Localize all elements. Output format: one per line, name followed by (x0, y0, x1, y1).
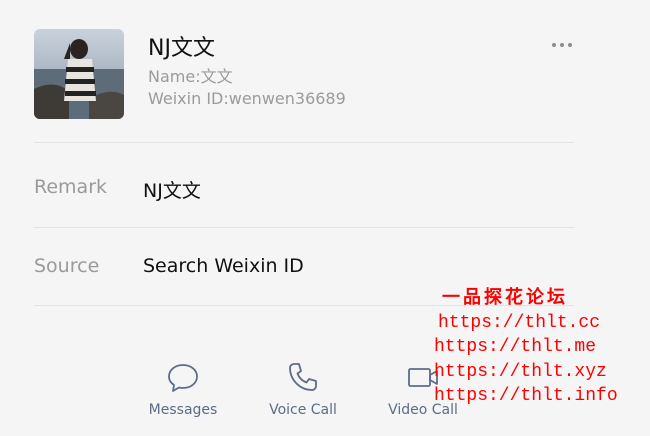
more-dot (560, 43, 564, 47)
contact-weixin-id: Weixin ID:wenwen36689 (148, 89, 346, 108)
watermark-url: https://thlt.cc (438, 312, 601, 333)
source-value: Search Weixin ID (143, 255, 304, 277)
chat-bubble-icon (168, 364, 198, 392)
watermark-title: 一品探花论坛 (442, 287, 568, 308)
watermark: 一品探花论坛 https://thlt.cc https://thlt.me h… (434, 286, 618, 409)
messages-label: Messages (148, 402, 218, 418)
messages-button[interactable]: Messages (133, 360, 233, 418)
contact-name-line: Name:文文 (148, 67, 233, 86)
phone-icon (289, 363, 317, 391)
more-dots-icon[interactable] (549, 36, 575, 52)
divider (34, 142, 574, 143)
watermark-url: https://thlt.info (434, 386, 618, 406)
watermark-url: https://thlt.xyz (434, 361, 607, 382)
divider (34, 227, 574, 228)
voice-call-button[interactable]: Voice Call (253, 360, 353, 418)
more-dot (568, 43, 572, 47)
voice-call-label: Voice Call (269, 402, 337, 418)
source-label: Source (34, 255, 100, 277)
remark-value[interactable]: NJ文文 (143, 176, 201, 203)
remark-label: Remark (34, 176, 108, 198)
contact-display-name: NJ文文 (148, 36, 215, 61)
watermark-url: https://thlt.me (434, 337, 597, 357)
more-dot (552, 43, 556, 47)
contact-avatar[interactable] (34, 29, 124, 119)
